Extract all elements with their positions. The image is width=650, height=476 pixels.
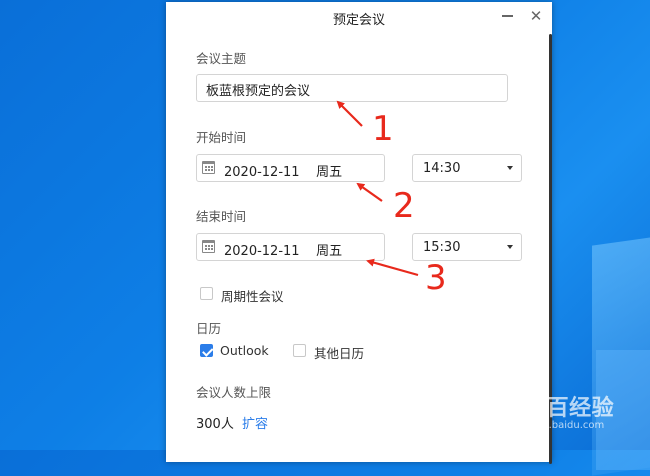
- capacity-label: 会议人数上限: [196, 385, 272, 400]
- dialog-title: 预定会议: [332, 13, 385, 28]
- start-time-select[interactable]: 14:30: [412, 154, 522, 182]
- minimize-icon[interactable]: [498, 7, 516, 25]
- calendar-label: 日历: [196, 321, 222, 336]
- watermark-main: Bai百经验: [506, 396, 615, 421]
- calendar-icon: [202, 161, 215, 174]
- book-meeting-dialog: 预定会议 ✕ 会议主题 板蓝根预定的会议 开始时间 2020-12-11 周五 …: [166, 2, 552, 464]
- end-time-select[interactable]: 15:30: [412, 233, 522, 261]
- end-date-picker[interactable]: 2020-12-11 周五: [196, 233, 385, 261]
- expand-capacity-link[interactable]: 扩容: [242, 413, 268, 432]
- subject-value: 板蓝根预定的会议: [206, 84, 311, 99]
- chevron-down-icon: [507, 245, 513, 249]
- start-time-value: 14:30: [423, 161, 461, 176]
- outlook-checkbox[interactable]: [200, 344, 213, 357]
- end-time-label: 结束时间: [196, 209, 247, 224]
- watermark-url: jingyan.baidu.com: [512, 420, 605, 431]
- start-date-picker[interactable]: 2020-12-11 周五: [196, 154, 385, 182]
- recurring-label: 周期性会议: [221, 289, 284, 304]
- dialog-titlebar: 预定会议 ✕: [166, 2, 552, 32]
- start-time-label: 开始时间: [196, 130, 247, 145]
- chevron-down-icon: [507, 166, 513, 170]
- subject-input[interactable]: 板蓝根预定的会议: [196, 74, 508, 102]
- outlook-label: Outlook: [220, 343, 269, 358]
- end-time-value: 15:30: [423, 240, 461, 255]
- start-date-value: 2020-12-11 周五: [224, 165, 343, 180]
- other-calendar-label: 其他日历: [314, 346, 365, 361]
- close-icon[interactable]: ✕: [527, 7, 545, 25]
- subject-label: 会议主题: [196, 51, 247, 66]
- calendar-icon: [202, 240, 215, 253]
- other-calendar-checkbox[interactable]: [293, 344, 306, 357]
- end-date-value: 2020-12-11 周五: [224, 244, 343, 259]
- recurring-checkbox[interactable]: [200, 287, 213, 300]
- baidu-jingyan-watermark: Bai百经验 jingyan.baidu.com: [506, 390, 614, 431]
- capacity-value: 300人: [196, 417, 234, 432]
